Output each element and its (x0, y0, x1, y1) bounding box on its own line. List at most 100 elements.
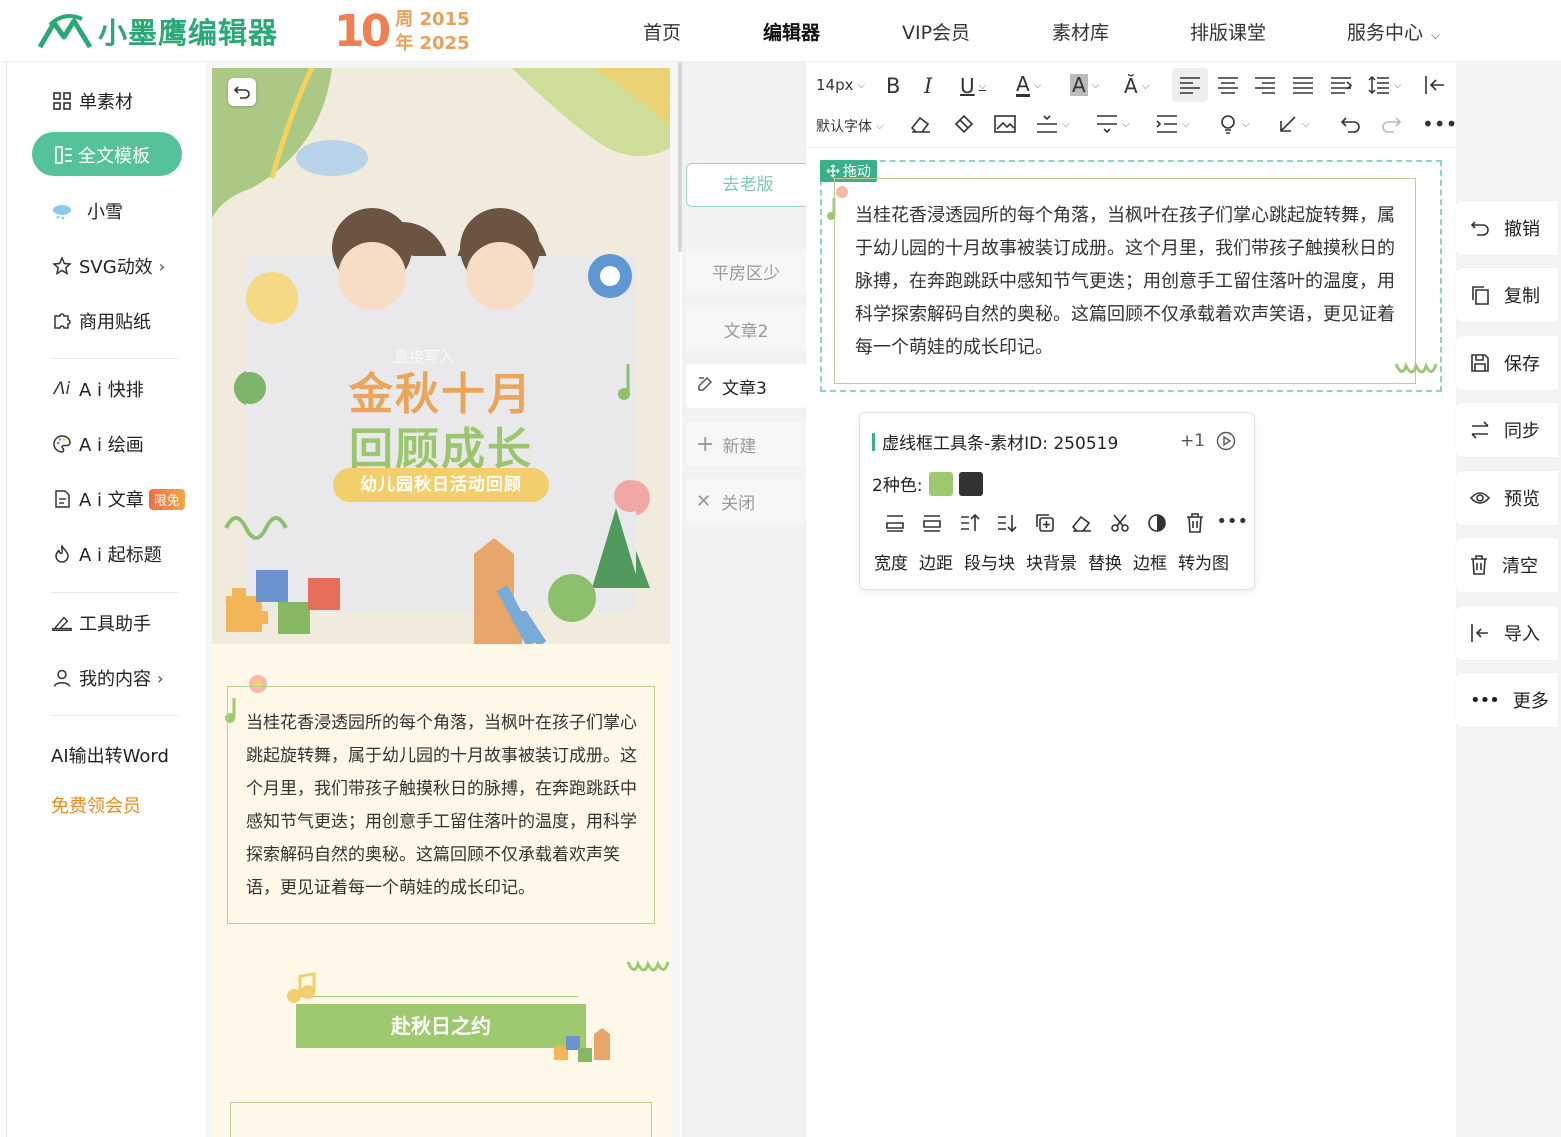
undo-toolbar-button[interactable] (1340, 114, 1362, 134)
justify-button[interactable] (1292, 76, 1314, 94)
nav-service-center[interactable]: 服务中心 ⌵ (1347, 18, 1440, 45)
sidebar-item-xiaoxue[interactable]: 小雪 (51, 198, 123, 224)
trash-icon[interactable] (1176, 513, 1214, 533)
sidebar-item-ai-painting[interactable]: A i 绘画 (51, 431, 144, 457)
sidebar-item-ai-article[interactable]: A i 文章 限免 (51, 486, 185, 512)
color-swatch-green[interactable] (928, 471, 953, 496)
save-button[interactable]: 保存 (1456, 336, 1558, 390)
preview-button[interactable]: 预览 (1456, 471, 1558, 525)
replace-label[interactable]: 替换 (1088, 549, 1122, 574)
play-button[interactable] (1216, 431, 1236, 455)
nav-classroom[interactable]: 排版课堂 (1190, 18, 1266, 45)
clear-format-button[interactable] (910, 114, 932, 134)
insert-image-button[interactable] (994, 114, 1016, 134)
close-article-button[interactable]: ✕ 关闭 (686, 479, 806, 523)
nav-home[interactable]: 首页 (643, 18, 681, 45)
align-center-button[interactable] (1217, 76, 1239, 94)
font-color-button[interactable]: A ⌵ (1016, 74, 1041, 97)
clear-button[interactable]: 清空 (1456, 538, 1558, 592)
arrow-down-left-icon (1280, 116, 1296, 132)
sidebar-item-full-template[interactable]: 全文模板 (32, 132, 182, 176)
ai-layout-icon: Λi (53, 379, 71, 399)
sidebar-item-tool-assistant[interactable]: 工具助手 (51, 610, 151, 636)
italic-icon: I (924, 74, 933, 98)
width-label[interactable]: 宽度 (874, 549, 908, 574)
more-icon[interactable]: ••• (1214, 513, 1252, 533)
color-swatch-dark[interactable] (958, 471, 983, 496)
border-label[interactable]: 边框 (1133, 549, 1167, 574)
editor-text-block[interactable]: 当桂花香浸透园所的每个角落，当枫叶在孩子们掌心跳起旋转舞，属于幼儿园的十月故事被… (834, 178, 1416, 384)
preview-text-box[interactable]: 当桂花香浸透园所的每个角落，当枫叶在孩子们掌心跳起旋转舞，属于幼儿园的十月故事被… (227, 686, 655, 924)
indent-spacing-button[interactable]: ⌵ (1156, 114, 1190, 134)
sort-down-icon[interactable] (989, 513, 1027, 533)
chevron-down-icon: ⌵ (876, 120, 884, 132)
nav-editor[interactable]: 编辑器 (763, 18, 820, 45)
background-color-button[interactable]: A ⌵ (1070, 74, 1099, 96)
nav-vip[interactable]: VIP会员 (902, 18, 970, 45)
redo-toolbar-button[interactable] (1380, 114, 1402, 134)
more-tools-button[interactable]: ••• (1422, 112, 1457, 136)
highlight-tool-button[interactable]: ⌵ (1218, 114, 1250, 134)
italic-button[interactable]: I (924, 74, 932, 98)
sidebar-item-ai-layout[interactable]: Λi A i 快排 (51, 376, 144, 402)
font-color-icon: A (1016, 72, 1030, 97)
import-button[interactable]: 导入 (1456, 606, 1558, 660)
sync-button[interactable]: 同步 (1456, 403, 1558, 457)
sidebar-item-my-content[interactable]: 我的内容 › (51, 665, 163, 691)
logo-text: 小墨鹰编辑器 (98, 16, 279, 50)
arrow-tool-button[interactable]: ⌵ (1278, 114, 1310, 134)
poster-undo-button[interactable] (228, 78, 256, 106)
paragraph-block-label[interactable]: 段与块 (964, 549, 1015, 574)
letter-spacing-button[interactable]: Ᾰ ⌵ (1124, 74, 1149, 98)
sidebar-item-svg-effects[interactable]: SVG动效 › (51, 253, 165, 279)
formatting-toolbar: 14px ⌵ B I U ⌵ A ⌵ A ⌵ Ᾰ ⌵ ⌵ 默认字体 ⌵ ⌵ ⌵ ⌵ ⌵ ⌵ … (806, 62, 1457, 148)
align-right-button[interactable] (1254, 76, 1276, 94)
indent-button[interactable] (1330, 76, 1352, 94)
paragraph-spacing-button[interactable]: ⌵ (1096, 114, 1130, 134)
tab-article-2[interactable]: 文章2 (686, 307, 806, 351)
width-icon[interactable] (876, 513, 914, 533)
font-size-select[interactable]: 14px ⌵ (816, 76, 865, 94)
copy-block-icon[interactable] (1026, 513, 1064, 533)
eraser-icon[interactable] (1064, 513, 1102, 533)
underline-icon: U (960, 74, 975, 98)
block-background-label[interactable]: 块背景 (1026, 549, 1077, 574)
divider-style-button[interactable]: ⌵ (1036, 114, 1070, 134)
divider-icon (1037, 115, 1057, 133)
contrast-icon[interactable] (1139, 513, 1177, 533)
new-article-button[interactable]: + 新建 (686, 422, 806, 466)
old-version-button[interactable]: 去老版 (686, 163, 810, 207)
convert-to-image-label[interactable]: 转为图 (1178, 549, 1229, 574)
font-family-select[interactable]: 默认字体 ⌵ (816, 116, 884, 136)
sidebar-item-free-vip[interactable]: 免费领会员 (51, 792, 141, 818)
tab-article-3[interactable]: 文章3 (686, 364, 806, 408)
preview-next-box[interactable] (230, 1102, 652, 1137)
copy-button[interactable]: 复制 (1456, 268, 1558, 322)
color-swatches: 2种色: (872, 471, 983, 496)
sidebar-item-ai-to-word[interactable]: AI输出转Word (51, 742, 169, 768)
underline-button[interactable]: U ⌵ (960, 74, 986, 98)
bold-button[interactable]: B (886, 74, 900, 98)
undo-button[interactable]: 撤销 (1456, 201, 1558, 255)
format-painter-button[interactable] (952, 114, 974, 134)
line-height-button[interactable]: ⌵ (1368, 76, 1402, 94)
editor-body-text[interactable]: 当桂花香浸透园所的每个角落，当枫叶在孩子们掌心跳起旋转舞，属于幼儿园的十月故事被… (855, 199, 1407, 364)
sidebar-item-single-material[interactable]: 单素材 (51, 88, 133, 114)
sort-up-icon[interactable] (951, 513, 989, 533)
nav-materials[interactable]: 素材库 (1052, 18, 1109, 45)
bulb-icon (1221, 115, 1235, 134)
like-count[interactable]: +1 (1180, 431, 1205, 451)
tab-article-1[interactable]: 平房区少 (686, 249, 806, 293)
more-button[interactable]: ••• 更多 (1456, 673, 1558, 727)
sidebar-item-ai-title[interactable]: A i 起标题 (51, 541, 162, 567)
scissors-icon[interactable] (1101, 513, 1139, 533)
exit-button[interactable] (1424, 75, 1446, 95)
undo-icon (1470, 221, 1489, 236)
align-right-icon (1255, 77, 1275, 94)
margin-icon[interactable] (914, 513, 952, 533)
margin-label[interactable]: 边距 (919, 549, 953, 574)
logo[interactable]: 小墨鹰编辑器 (36, 10, 278, 52)
sidebar-item-commercial-stickers[interactable]: 商用贴纸 (51, 308, 151, 334)
align-left-button[interactable] (1179, 76, 1201, 94)
highlight-icon: A (1070, 73, 1088, 97)
